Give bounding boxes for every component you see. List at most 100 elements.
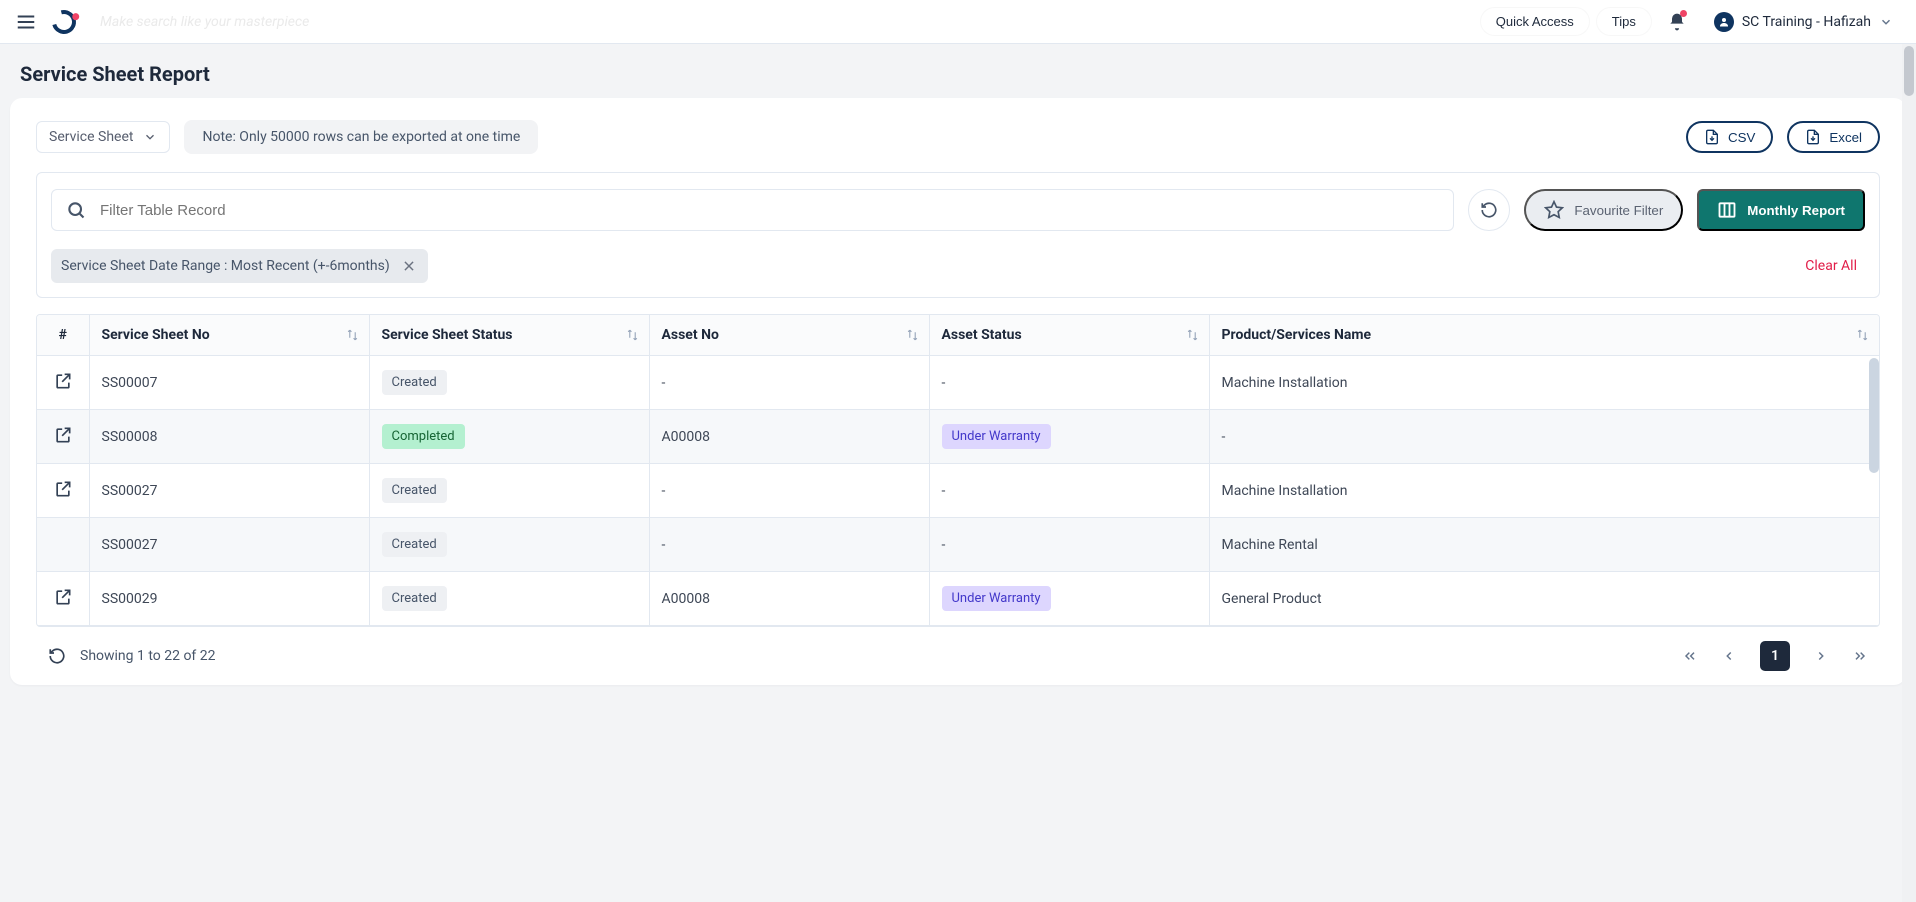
- clear-all-filters[interactable]: Clear All: [1805, 258, 1865, 274]
- cell-asset-no: A00008: [649, 572, 929, 626]
- cell-product: Machine Rental: [1209, 518, 1879, 572]
- col-header-ssno-label: Service Sheet No: [102, 327, 210, 343]
- file-excel-icon: [1805, 129, 1821, 145]
- table-pager: Showing 1 to 22 of 22 1: [36, 627, 1880, 675]
- menu-icon[interactable]: [12, 8, 40, 36]
- cell-status: Created: [369, 356, 649, 410]
- app-logo[interactable]: [48, 5, 81, 38]
- search-icon: [66, 200, 86, 220]
- filter-panel: Favourite Filter Monthly Report Service …: [36, 172, 1880, 298]
- page-scrollbar[interactable]: [1902, 44, 1916, 902]
- chevron-down-icon: [143, 130, 157, 144]
- notifications-icon[interactable]: [1663, 8, 1691, 36]
- page-first-icon[interactable]: [1682, 648, 1698, 664]
- sort-icon[interactable]: [346, 329, 359, 342]
- tips-button[interactable]: Tips: [1597, 8, 1651, 35]
- cell-service-sheet-no: SS00008: [89, 410, 369, 464]
- col-header-status[interactable]: Service Sheet Status: [369, 315, 649, 356]
- status-badge: Created: [382, 370, 447, 395]
- export-excel-button[interactable]: Excel: [1787, 121, 1880, 153]
- page-title: Service Sheet Report: [10, 44, 1906, 98]
- open-record-icon[interactable]: [53, 425, 73, 445]
- cell-asset-status: -: [929, 464, 1209, 518]
- sort-icon[interactable]: [626, 329, 639, 342]
- quick-access-button[interactable]: Quick Access: [1481, 8, 1589, 35]
- page-prev-icon[interactable]: [1722, 649, 1736, 663]
- filter-search[interactable]: [51, 189, 1454, 231]
- export-limit-note: Note: Only 50000 rows can be exported at…: [184, 120, 538, 154]
- page-last-icon[interactable]: [1852, 648, 1868, 664]
- col-header-ssno[interactable]: Service Sheet No: [89, 315, 369, 356]
- cell-product: General Product: [1209, 572, 1879, 626]
- sort-icon[interactable]: [1186, 329, 1199, 342]
- filter-search-input[interactable]: [98, 201, 1439, 220]
- open-record-icon[interactable]: [53, 587, 73, 607]
- filter-chip-label: Service Sheet Date Range : Most Recent (…: [61, 258, 390, 274]
- status-badge: Created: [382, 586, 447, 611]
- page-body: Service Sheet Report Service Sheet Note:…: [0, 44, 1916, 902]
- refresh-icon: [1480, 201, 1498, 219]
- export-excel-label: Excel: [1829, 130, 1862, 145]
- cell-asset-status: Under Warranty: [929, 410, 1209, 464]
- table-scrollbar-thumb[interactable]: [1869, 358, 1879, 473]
- row-open-cell: [37, 356, 89, 410]
- report-type-select[interactable]: Service Sheet: [36, 121, 170, 153]
- cell-product: Machine Installation: [1209, 464, 1879, 518]
- page-current[interactable]: 1: [1760, 641, 1790, 671]
- cell-status: Created: [369, 572, 649, 626]
- appbar-actions: Quick Access Tips SC Training - Hafizah: [1481, 7, 1904, 37]
- active-filters: Service Sheet Date Range : Most Recent (…: [51, 249, 1865, 283]
- cell-product: -: [1209, 410, 1879, 464]
- table-row: SS00008CompletedA00008Under Warranty-: [37, 410, 1879, 464]
- open-record-icon[interactable]: [53, 479, 73, 499]
- cell-status: Completed: [369, 410, 649, 464]
- col-header-prod-label: Product/Services Name: [1222, 327, 1372, 343]
- monthly-report-button[interactable]: Monthly Report: [1697, 189, 1865, 231]
- refresh-button[interactable]: [1468, 189, 1510, 231]
- sort-icon[interactable]: [1856, 329, 1869, 342]
- row-open-cell: [37, 572, 89, 626]
- page-scrollbar-thumb[interactable]: [1904, 46, 1914, 96]
- table-row: SS00007Created--Machine Installation: [37, 356, 1879, 410]
- status-badge: Created: [382, 478, 447, 503]
- cell-asset-no: -: [649, 356, 929, 410]
- global-search-placeholder[interactable]: Make search like your masterpiece: [100, 14, 309, 30]
- report-table: # Service Sheet No Service Sheet Status: [37, 315, 1879, 626]
- filter-chip-date-range: Service Sheet Date Range : Most Recent (…: [51, 249, 428, 283]
- page-nav: 1: [1682, 641, 1868, 671]
- status-badge: Completed: [382, 424, 465, 449]
- report-table-container: # Service Sheet No Service Sheet Status: [36, 314, 1880, 627]
- user-menu[interactable]: SC Training - Hafizah: [1703, 7, 1904, 37]
- pager-info: Showing 1 to 22 of 22: [80, 648, 216, 664]
- pager-refresh-icon[interactable]: [48, 647, 66, 665]
- row-open-cell: [37, 518, 89, 572]
- cell-asset-status: -: [929, 356, 1209, 410]
- cell-asset-no: -: [649, 518, 929, 572]
- user-label: SC Training - Hafizah: [1742, 14, 1871, 30]
- col-header-product[interactable]: Product/Services Name: [1209, 315, 1879, 356]
- cell-service-sheet-no: SS00027: [89, 464, 369, 518]
- report-type-label: Service Sheet: [49, 129, 133, 145]
- cell-asset-status: -: [929, 518, 1209, 572]
- col-header-asset[interactable]: Asset No: [649, 315, 929, 356]
- table-row: SS00027Created--Machine Installation: [37, 464, 1879, 518]
- page-next-icon[interactable]: [1814, 649, 1828, 663]
- chip-remove-icon[interactable]: [400, 257, 418, 275]
- app-bar: Make search like your masterpiece Quick …: [0, 0, 1916, 44]
- col-header-asset-status[interactable]: Asset Status: [929, 315, 1209, 356]
- sort-icon[interactable]: [906, 329, 919, 342]
- col-header-status-label: Service Sheet Status: [382, 327, 513, 343]
- col-header-index: #: [37, 315, 89, 356]
- asset-status-badge: Under Warranty: [942, 586, 1051, 611]
- chevron-down-icon: [1879, 15, 1893, 29]
- columns-icon: [1717, 200, 1737, 220]
- favourite-filter-label: Favourite Filter: [1574, 203, 1663, 218]
- file-csv-icon: [1704, 129, 1720, 145]
- star-icon: [1544, 200, 1564, 220]
- row-open-cell: [37, 410, 89, 464]
- favourite-filter-button[interactable]: Favourite Filter: [1524, 189, 1683, 231]
- export-csv-button[interactable]: CSV: [1686, 121, 1773, 153]
- cell-product: Machine Installation: [1209, 356, 1879, 410]
- open-record-icon[interactable]: [53, 371, 73, 391]
- notification-dot: [1680, 10, 1687, 17]
